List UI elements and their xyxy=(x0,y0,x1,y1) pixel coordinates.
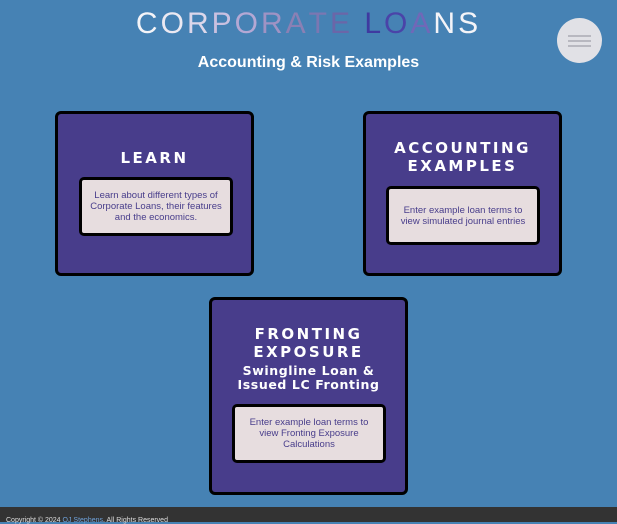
accounting-card-description: Enter example loan terms to view simulat… xyxy=(386,186,540,245)
copyright-text: Copyright © 2024 OJ Stephens. All Rights… xyxy=(6,517,168,524)
title-letter: O xyxy=(234,7,261,40)
menu-button[interactable] xyxy=(557,18,602,63)
title-letter: C xyxy=(135,7,161,40)
hamburger-icon-bar xyxy=(568,45,591,47)
hamburger-icon-bar xyxy=(568,40,591,42)
title-letter: N xyxy=(433,7,459,40)
title-letter: P xyxy=(211,7,235,40)
title-letter: A xyxy=(410,7,434,40)
title-letter: T xyxy=(308,7,330,40)
title-letter: O xyxy=(384,7,411,40)
title-letter: L xyxy=(364,7,385,40)
title-letter: A xyxy=(285,7,309,40)
accounting-examples-card[interactable]: ACCOUNTING EXAMPLES Enter example loan t… xyxy=(363,111,562,276)
learn-card-description: Learn about different types of Corporate… xyxy=(79,177,233,236)
site-title: CORPORATE LOANS xyxy=(0,6,617,42)
footer: Copyright © 2024 OJ Stephens. All Rights… xyxy=(0,507,617,524)
accounting-card-title-line1: ACCOUNTING xyxy=(394,139,531,157)
accounting-card-title-line2: EXAMPLES xyxy=(407,157,518,175)
fronting-exposure-card[interactable]: FRONTING EXPOSURE Swingline Loan & Issue… xyxy=(209,297,408,495)
copyright-suffix: . All Rights Reserved xyxy=(103,517,168,524)
learn-card-title: LEARN xyxy=(120,149,189,167)
hamburger-icon xyxy=(568,35,591,37)
author-link[interactable]: OJ Stephens xyxy=(63,517,103,524)
title-letter xyxy=(353,6,364,42)
fronting-card-subtitle-line2: Issued LC Fronting xyxy=(237,377,380,392)
fronting-card-title-line1: FRONTING xyxy=(254,325,363,343)
title-letter: E xyxy=(329,7,353,40)
page-subtitle: Accounting & Risk Examples xyxy=(197,54,420,71)
title-letter: O xyxy=(160,7,187,40)
learn-card[interactable]: LEARN Learn about different types of Cor… xyxy=(55,111,254,276)
title-letter: R xyxy=(186,7,212,40)
fronting-card-title-line2: EXPOSURE xyxy=(253,343,364,361)
title-letter: R xyxy=(260,7,286,40)
copyright-prefix: Copyright © 2024 xyxy=(6,517,61,524)
fronting-card-subtitle-line1: Swingline Loan & xyxy=(242,363,375,378)
title-letter: S xyxy=(458,7,482,40)
fronting-card-description: Enter example loan terms to view Frontin… xyxy=(232,404,386,463)
